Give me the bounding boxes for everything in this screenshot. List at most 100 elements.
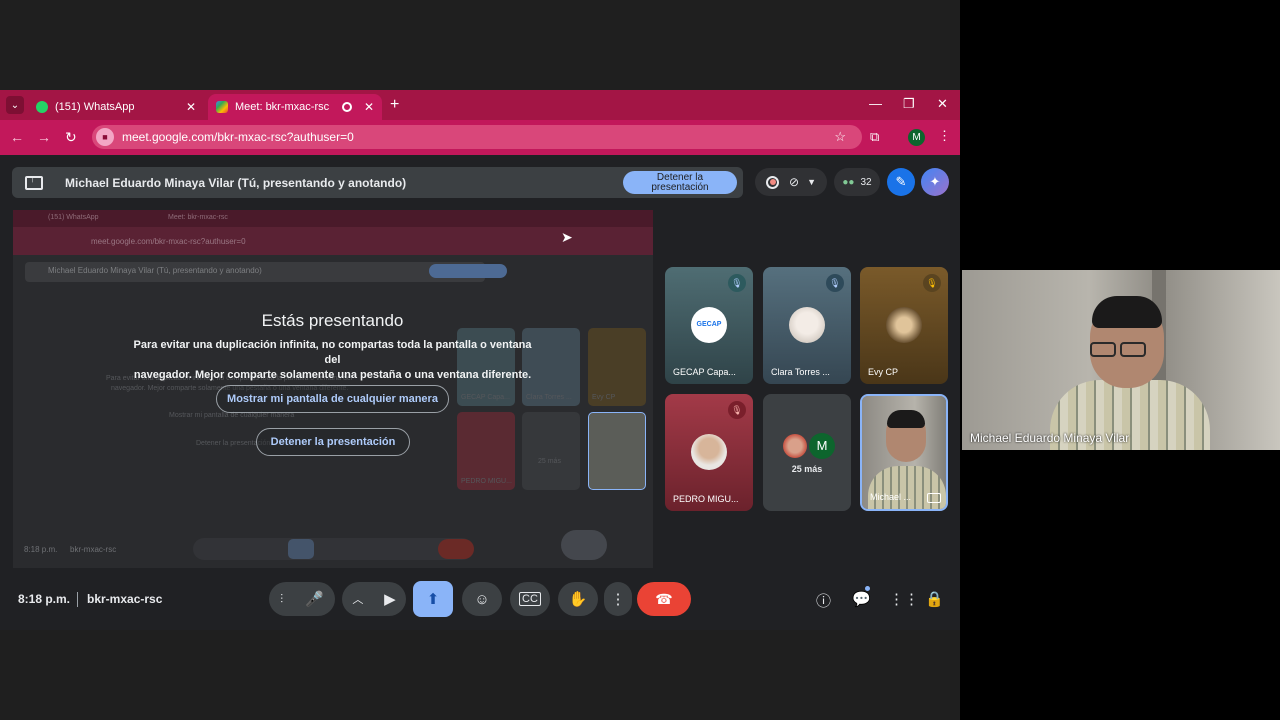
leave-call-button[interactable]: ☎ bbox=[637, 582, 691, 616]
participant-avatar bbox=[789, 307, 825, 343]
glasses-left-lens bbox=[1090, 342, 1116, 357]
preview-tile bbox=[588, 412, 646, 490]
close-window-icon[interactable]: ✕ bbox=[937, 96, 948, 112]
participant-tile-evy[interactable]: 🎙 Evy CP bbox=[860, 267, 948, 384]
whatsapp-icon bbox=[36, 101, 48, 113]
self-shirt bbox=[868, 466, 946, 509]
closed-captions-icon: CC bbox=[519, 592, 541, 606]
participant-tile-more[interactable]: M 25 más bbox=[763, 394, 851, 511]
camera-permission-icon[interactable]: ■ bbox=[96, 128, 114, 146]
captions-button[interactable]: CC bbox=[510, 582, 550, 616]
chevron-up-icon[interactable]: ︿ bbox=[352, 591, 363, 607]
participant-name: Clara Torres ... bbox=[771, 367, 830, 377]
preview-tab-bar bbox=[13, 210, 653, 227]
presenting-text: Michael Eduardo Minaya Vilar (Tú, presen… bbox=[65, 175, 407, 190]
stop-presentation-button[interactable]: Detener la presentación bbox=[256, 428, 410, 456]
chevron-down-icon: ▼ bbox=[807, 177, 816, 187]
camera-controls[interactable]: ︿ ▶ bbox=[342, 582, 406, 616]
preview-tab-1: (151) WhatsApp bbox=[48, 214, 99, 221]
preview-code: bkr-mxac-rsc bbox=[70, 545, 117, 554]
close-tab-icon[interactable]: ✕ bbox=[186, 100, 196, 114]
preview-dim-text: Mostrar mi pantalla de cualquier manera bbox=[169, 412, 295, 419]
gemini-icon[interactable]: ✦ bbox=[921, 168, 949, 196]
presenting-message-line1: Para evitar una duplicación infinita, no… bbox=[133, 339, 532, 366]
address-bar[interactable]: ■ meet.google.com/bkr-mxac-rsc?authuser=… bbox=[92, 125, 862, 149]
webcam-name-label: Michael Eduardo Minaya Vilar bbox=[970, 431, 1130, 445]
desktop-screen: ⌄ (151) WhatsApp ✕ Meet: bkr-mxac-rsc ✕ … bbox=[0, 0, 960, 720]
new-tab-icon[interactable]: + bbox=[390, 96, 399, 114]
extensions-icon[interactable]: ⧉ bbox=[870, 129, 879, 145]
microphone-controls[interactable]: ⫶ 🎤 bbox=[269, 582, 335, 616]
present-now-button[interactable]: ⬆ bbox=[413, 581, 453, 617]
tab-meet[interactable]: Meet: bkr-mxac-rsc ✕ bbox=[208, 94, 382, 120]
video-camera-icon[interactable]: ▶ bbox=[384, 590, 396, 608]
presenting-message-line2: navegador. Mejor comparte solamente una … bbox=[133, 369, 532, 381]
tab-title: Meet: bkr-mxac-rsc bbox=[235, 101, 330, 113]
recording-indicator-icon bbox=[341, 102, 352, 112]
meeting-details-icon[interactable]: ⓘ bbox=[816, 590, 831, 611]
presenting-title: Estás presentando bbox=[261, 311, 404, 330]
emoji-icon: ☺ bbox=[474, 590, 490, 608]
presenter-webcam: Michael Eduardo Minaya Vilar bbox=[962, 270, 1280, 450]
preview-tile-label: PEDRO MIGU... bbox=[461, 478, 512, 485]
close-tab-icon[interactable]: ✕ bbox=[364, 100, 374, 114]
forward-icon[interactable]: → bbox=[37, 129, 51, 145]
preview-tile bbox=[522, 412, 580, 490]
participant-tile-gecap[interactable]: GECAP 🎙 GECAP Capa... bbox=[665, 267, 753, 384]
hang-up-icon: ☎ bbox=[655, 590, 673, 607]
host-controls-icon[interactable]: 🔒 bbox=[925, 590, 944, 608]
preview-hangup-button bbox=[438, 539, 474, 559]
back-icon[interactable]: ← bbox=[10, 129, 24, 145]
chat-icon[interactable]: 💬 bbox=[852, 590, 871, 608]
show-screen-anyway-button[interactable]: Mostrar mi pantalla de cualquier manera bbox=[216, 385, 449, 413]
meet-icon bbox=[216, 101, 228, 113]
more-vert-icon: ⋮ bbox=[610, 591, 626, 608]
glasses-right-lens bbox=[1120, 342, 1146, 357]
preview-url: meet.google.com/bkr-mxac-rsc?authuser=0 bbox=[91, 237, 246, 246]
chat-notification-dot bbox=[865, 586, 870, 591]
participant-name: Evy CP bbox=[868, 367, 899, 377]
participant-name: GECAP Capa... bbox=[673, 367, 736, 377]
audio-level-icon[interactable]: ⫶ bbox=[280, 592, 283, 607]
presenting-message: Para evitar una duplicación infinita, no… bbox=[130, 338, 535, 383]
letterbox-bottom bbox=[0, 630, 960, 720]
participant-initial-avatar: M bbox=[809, 433, 835, 459]
bookmark-star-icon[interactable]: ☆ bbox=[834, 129, 846, 145]
annotate-pen-icon[interactable]: ✎ bbox=[887, 168, 915, 196]
present-screen-icon bbox=[25, 174, 43, 190]
minimize-icon[interactable]: — bbox=[869, 96, 882, 111]
preview-annotate-pill bbox=[561, 530, 607, 560]
reactions-button[interactable]: ☺ bbox=[462, 582, 502, 616]
profile-avatar[interactable]: M bbox=[908, 129, 925, 146]
stop-label-line2: presentación bbox=[651, 182, 709, 193]
participants-button[interactable]: ●● 32 bbox=[834, 168, 880, 196]
recording-controls[interactable]: ⊘ ▼ bbox=[755, 168, 827, 196]
stop-presenting-button[interactable]: Detener la presentación bbox=[623, 171, 737, 194]
meeting-time: 8:18 p.m. bbox=[18, 592, 71, 606]
participant-name: PEDRO MIGU... bbox=[673, 494, 739, 504]
picture-in-picture-icon[interactable] bbox=[927, 493, 941, 503]
participants-avatars-icon: ●● bbox=[842, 176, 855, 188]
raise-hand-button[interactable]: ✋ bbox=[558, 582, 598, 616]
meeting-code: bkr-mxac-rsc bbox=[87, 592, 163, 606]
preview-tile-label: Evy CP bbox=[592, 394, 616, 401]
restore-icon[interactable]: ❐ bbox=[903, 96, 915, 112]
more-options-button[interactable]: ⋮ bbox=[604, 582, 632, 616]
preview-present-button bbox=[288, 539, 314, 559]
muted-mic-icon: 🎙 bbox=[728, 274, 746, 292]
tab-search-icon[interactable]: ⌄ bbox=[6, 96, 24, 114]
reload-icon[interactable]: ↻ bbox=[65, 129, 77, 146]
preview-time: 8:18 p.m. bbox=[24, 545, 58, 554]
tab-whatsapp[interactable]: (151) WhatsApp ✕ bbox=[28, 94, 204, 120]
hand-icon: ✋ bbox=[568, 591, 588, 608]
preview-tile-label: 25 más bbox=[538, 458, 561, 465]
participant-tile-self[interactable]: Michael ... bbox=[860, 394, 948, 511]
participant-tile-clara[interactable]: 🎙 Clara Torres ... bbox=[763, 267, 851, 384]
no-camera-icon: ⊘ bbox=[789, 175, 800, 189]
participant-tile-pedro[interactable]: 🎙 PEDRO MIGU... bbox=[665, 394, 753, 511]
participant-avatar bbox=[783, 434, 807, 458]
browser-menu-icon[interactable]: ⋮ bbox=[938, 128, 951, 144]
preview-toolbar bbox=[193, 538, 473, 560]
activities-grid-icon[interactable]: ⋮⋮ bbox=[889, 590, 919, 608]
microphone-icon[interactable]: 🎤 bbox=[305, 590, 324, 608]
